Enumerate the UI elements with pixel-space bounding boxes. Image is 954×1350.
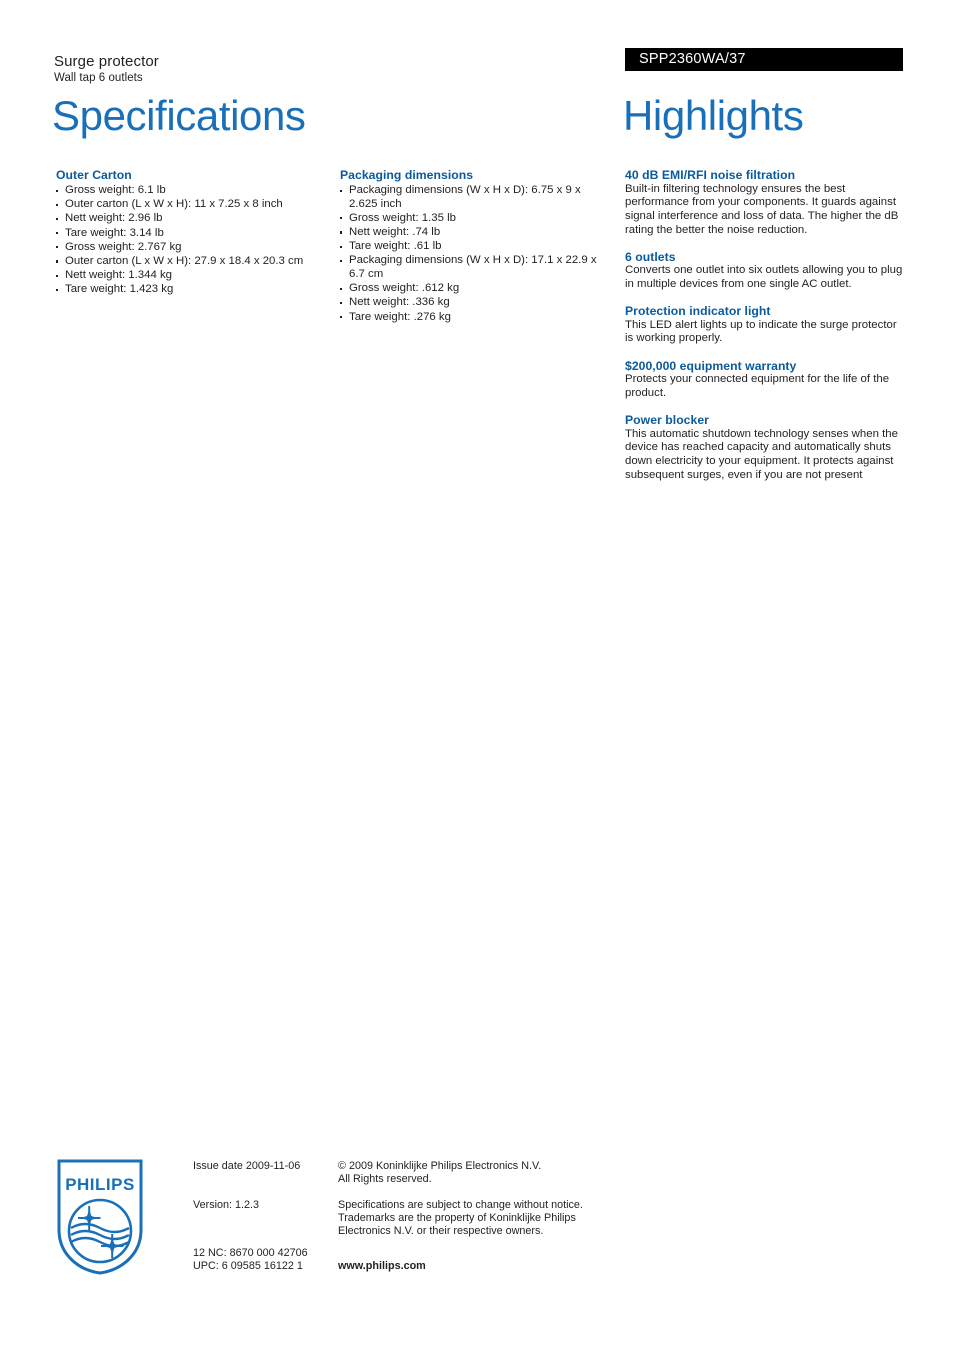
highlight-body: Converts one outlet into six outlets all… xyxy=(625,264,903,291)
spec-item: Gross weight: 2.767 kg xyxy=(56,241,328,255)
highlight-item: 40 dB EMI/RFI noise filtration Built-in … xyxy=(625,168,907,237)
spec-item: Outer carton (L x W x H): 11 x 7.25 x 8 … xyxy=(56,198,328,212)
spec-item: Gross weight: .612 kg xyxy=(340,282,612,296)
page-title-highlights: Highlights xyxy=(623,92,804,139)
document-header-left: Surge protector Wall tap 6 outlets xyxy=(54,52,159,86)
highlight-body: This automatic shutdown technology sense… xyxy=(625,427,898,481)
highlight-title: Power blocker xyxy=(625,413,709,428)
section-heading-packaging-dimensions: Packaging dimensions xyxy=(340,168,474,182)
version: Version: 1.2.3 xyxy=(193,1199,260,1211)
spec-item: Nett weight: 2.96 lb xyxy=(56,212,328,226)
spec-item: Tare weight: .276 kg xyxy=(340,311,612,325)
specifications-column-packaging: Packaging dimensions Packaging dimension… xyxy=(340,168,612,325)
spec-item: Nett weight: .336 kg xyxy=(340,296,612,310)
copyright-line-2: All Rights reserved. xyxy=(338,1173,432,1185)
highlight-body: Protects your connected equipment for th… xyxy=(625,373,890,399)
upc-code: UPC: 6 09585 16122 1 xyxy=(193,1260,303,1272)
spec-item: Tare weight: 1.423 kg xyxy=(56,283,328,297)
highlight-title: 40 dB EMI/RFI noise filtration xyxy=(625,168,796,182)
spec-item: Outer carton (L x W x H): 27.9 x 18.4 x … xyxy=(56,255,328,269)
highlight-item: Protection indicator light This LED aler… xyxy=(625,304,907,346)
spec-list-outer-carton: Gross weight: 6.1 lb Outer carton (L x W… xyxy=(56,184,328,297)
product-category: Surge protector xyxy=(54,53,159,70)
footer-legal-column: © 2009 Koninklijke Philips Electronics N… xyxy=(338,1160,606,1238)
twelve-nc-code: 12 NC: 8670 000 42706 xyxy=(193,1247,308,1259)
philips-logo-icon: PHILIPS xyxy=(57,1159,143,1275)
spec-list-packaging: Packaging dimensions (W x H x D): 6.75 x… xyxy=(340,184,612,324)
spec-item: Packaging dimensions (W x H x D): 6.75 x… xyxy=(340,184,612,211)
product-code-bar: SPP2360WA/37 xyxy=(625,48,903,71)
document-page: Surge protector Wall tap 6 outlets SPP23… xyxy=(0,0,954,1350)
highlight-item: 6 outlets Converts one outlet into six o… xyxy=(625,250,907,292)
issue-date: Issue date 2009-11-06 xyxy=(193,1160,301,1172)
spec-item: Tare weight: 3.14 lb xyxy=(56,227,328,241)
highlight-title: Protection indicator light xyxy=(625,304,771,319)
svg-text:PHILIPS: PHILIPS xyxy=(65,1175,135,1194)
product-subtitle: Wall tap 6 outlets xyxy=(54,72,143,85)
spec-item: Nett weight: .74 lb xyxy=(340,226,612,240)
legal-disclaimer: Specifications are subject to change wit… xyxy=(338,1199,583,1237)
spec-item: Packaging dimensions (W x H x D): 17.1 x… xyxy=(340,254,612,281)
highlight-item: $200,000 equipment warranty Protects you… xyxy=(625,359,907,401)
highlight-body: Built-in filtering technology ensures th… xyxy=(625,182,899,236)
page-title-specifications: Specifications xyxy=(52,92,306,139)
highlights-column: 40 dB EMI/RFI noise filtration Built-in … xyxy=(625,168,907,495)
spec-item: Gross weight: 6.1 lb xyxy=(56,184,328,198)
spec-item: Nett weight: 1.344 kg xyxy=(56,269,328,283)
specifications-column-outer-carton: Outer Carton Gross weight: 6.1 lb Outer … xyxy=(56,168,328,298)
spec-item: Tare weight: .61 lb xyxy=(340,240,612,254)
spec-item: Gross weight: 1.35 lb xyxy=(340,212,612,226)
highlight-body: This LED alert lights up to indicate the… xyxy=(625,318,897,345)
footer-meta-column: Issue date 2009-11-06 Version: 1.2.3 xyxy=(193,1160,333,1212)
product-code: SPP2360WA/37 xyxy=(639,51,746,67)
highlight-title: $200,000 equipment warranty xyxy=(625,358,797,373)
copyright-line-1: © 2009 Koninklijke Philips Electronics N… xyxy=(338,1160,542,1172)
section-heading-outer-carton: Outer Carton xyxy=(56,168,132,182)
highlight-title: 6 outlets xyxy=(625,249,676,264)
highlight-item: Power blocker This automatic shutdown te… xyxy=(625,413,907,482)
footer-identifier-column: 12 NC: 8670 000 42706 UPC: 6 09585 16122… xyxy=(193,1247,343,1273)
website-link[interactable]: www.philips.com xyxy=(338,1260,426,1272)
